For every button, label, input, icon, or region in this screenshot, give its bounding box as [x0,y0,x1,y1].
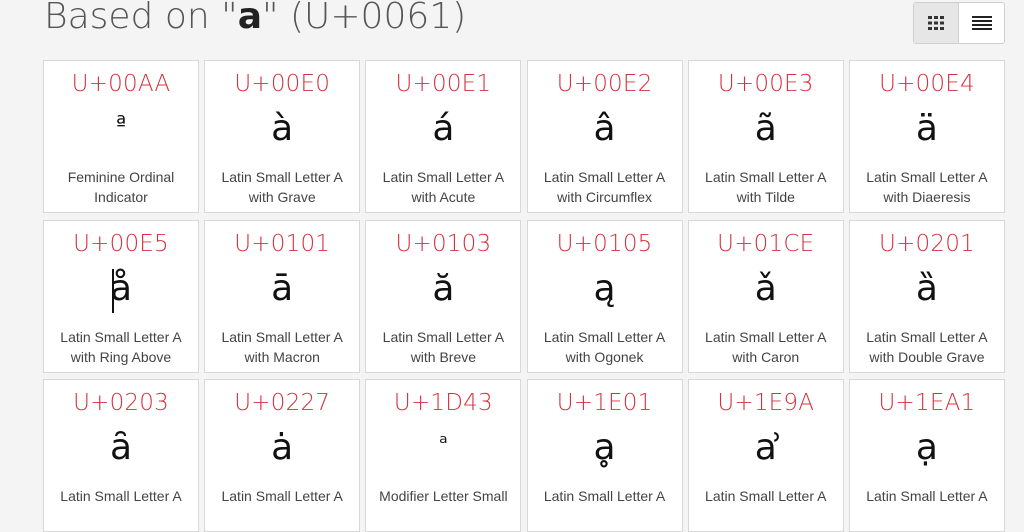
character-glyph: ǎ [754,267,777,309]
character-glyph: å [109,267,133,309]
codepoint-label: U+1EA1 [878,390,976,416]
codepoint-label: U+00E1 [395,71,492,97]
character-card[interactable]: U+00E3 ã Latin Small Letter A with Tilde [687,60,844,213]
character-card[interactable]: U+0227 ȧ Latin Small Letter A [204,379,361,532]
character-name: Latin Small Letter A [705,488,827,504]
character-name: Latin Small Letter A with Ring Above [60,328,182,365]
codepoint-label: U+0103 [395,230,492,257]
character-glyph: ȁ [915,267,938,309]
character-glyph: ą [593,267,616,309]
codepoint-label: U+0105 [556,230,653,257]
character-glyph: ā [271,267,294,309]
character-name: Latin Small Letter A with Caron [705,328,827,365]
title-prefix: Based on " [44,0,238,37]
codepoint-label: U+0201 [879,230,975,257]
character-glyph: ª [115,112,127,137]
character-card[interactable]: U+0103 ă Latin Small Letter A with Breve [365,219,522,373]
character-card[interactable]: U+00E0 à Latin Small Letter A with Grave [204,60,361,213]
page-title: Based on "a" (U+0061) [44,0,466,37]
text-cursor [112,268,114,313]
character-card[interactable]: U+0101 ā Latin Small Letter A with Macron [204,219,361,373]
codepoint-label: U+00E3 [717,71,814,97]
codepoint-label: U+00E4 [879,71,975,97]
character-glyph: ạ [915,427,938,468]
character-glyph: ȧ [271,427,294,468]
character-name: Latin Small Letter A [543,488,666,504]
character-glyph: à [271,108,294,149]
character-name: Latin Small Letter A with Ogonek [543,328,666,365]
list-view-button[interactable] [959,3,1004,43]
view-toggle [913,2,1005,44]
character-card[interactable]: U+1E9A ẚ Latin Small Letter A [687,379,844,532]
codepoint-label: U+00E5 [73,230,169,257]
character-name: Latin Small Letter A [221,488,343,504]
codepoint-label: U+00E0 [234,71,331,97]
codepoint-label: U+1E01 [556,390,653,416]
character-glyph: ẚ [754,427,777,468]
grid-view-button[interactable] [914,3,960,43]
character-card[interactable]: U+1E01 ḁ Latin Small Letter A [526,379,683,532]
character-name: Feminine Ordinal Indicator [67,169,175,205]
character-name: Latin Small Letter A with Breve [382,328,505,365]
character-name: Latin Small Letter A with Double Grave [866,328,988,365]
character-name: Latin Small Letter A with Diaeresis [866,169,988,205]
codepoint-label: U+00E2 [556,71,653,97]
title-suffix: " (U+0061) [261,0,467,37]
character-glyph: ă [432,267,455,309]
character-glyph: á [432,108,455,149]
codepoint-label: U+0227 [234,390,331,416]
character-name: Latin Small Letter A with Macron [221,328,343,365]
character-glyph: ᵃ [439,431,448,456]
character-glyph: ȃ [109,427,133,468]
character-name: Latin Small Letter A [60,488,182,504]
character-card[interactable]: U+1EA1 ạ Latin Small Letter A [848,379,1005,532]
character-glyph: ḁ [593,427,616,468]
character-card[interactable]: U+0201 ȁ Latin Small Letter A with Double … [848,219,1005,373]
character-grid: U+00AA ª Feminine Ordinal Indicator U+00E0 à… [43,60,1005,532]
character-card[interactable]: U+0203 ȃ Latin Small Letter A [43,379,199,532]
character-name: Latin Small Letter A [866,488,988,504]
codepoint-label: U+0101 [234,230,331,257]
character-card[interactable]: U+00E5 å Latin Small Letter A with Ring Ab… [43,219,199,373]
character-name: Latin Small Letter A with Acute [382,169,505,205]
character-card[interactable]: U+00E1 á Latin Small Letter A with Acute [365,60,522,213]
codepoint-label: U+00AA [71,71,171,97]
character-name: Latin Small Letter A with Tilde [705,169,827,205]
character-name: Modifier Letter Small [379,488,508,504]
character-name: Latin Small Letter A with Circumflex [543,169,666,205]
list-view-icon [971,16,992,30]
grid-view-icon [928,16,944,30]
character-name: Latin Small Letter A with Grave [221,169,343,205]
character-card[interactable]: U+00E4 ä Latin Small Letter A with Diaeres… [848,60,1005,213]
character-glyph: ä [915,108,938,149]
codepoint-label: U+1E9A [717,390,815,416]
codepoint-label: U+01CE [717,230,815,257]
character-card[interactable]: U+0105 ą Latin Small Letter A with Ogonek [526,219,683,373]
title-character: a [237,0,262,37]
character-glyph: â [593,108,616,149]
character-card[interactable]: U+01CE ǎ Latin Small Letter A with Caron [687,219,844,373]
character-card[interactable]: U+1D43 ᵃ Modifier Letter Small [365,379,522,532]
character-card[interactable]: U+00E2 â Latin Small Letter A with Circumf… [526,60,683,213]
codepoint-label: U+0203 [73,390,169,416]
character-glyph: ã [754,108,777,149]
character-card[interactable]: U+00AA ª Feminine Ordinal Indicator [43,60,199,213]
codepoint-label: U+1D43 [393,390,493,416]
